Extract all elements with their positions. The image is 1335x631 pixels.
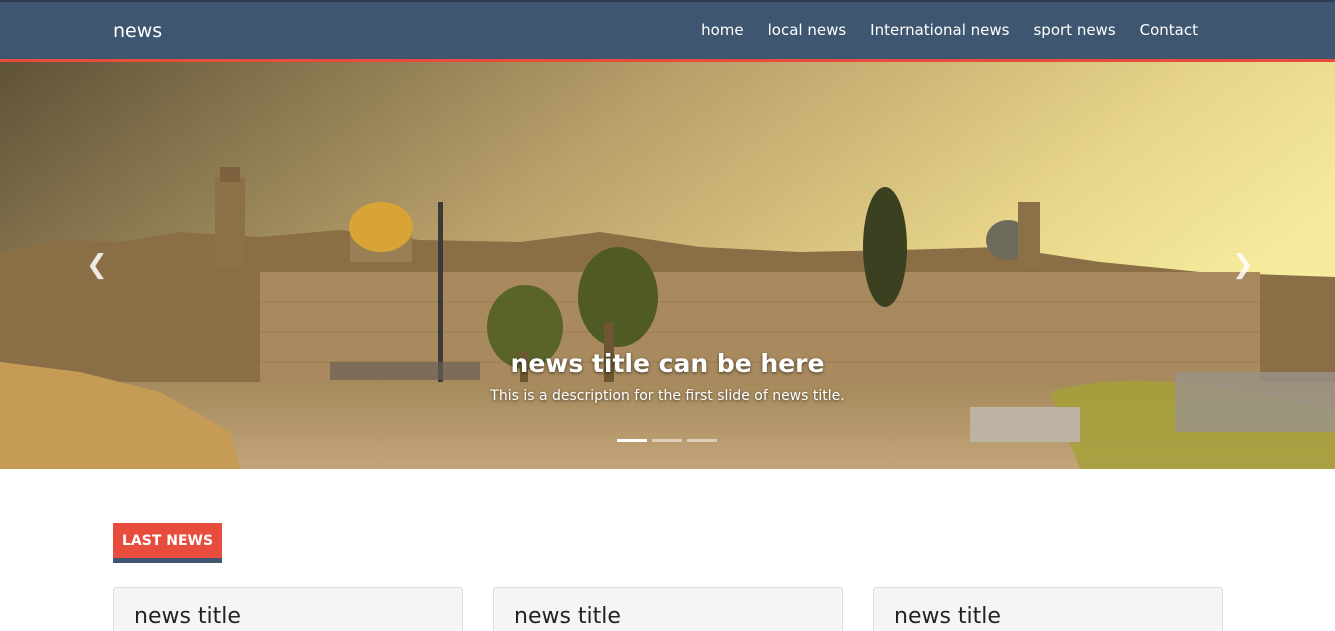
slide-title: news title can be here — [510, 349, 825, 378]
nav-link-home[interactable]: home — [689, 21, 756, 39]
carousel-next-button[interactable]: ❯ — [1232, 252, 1254, 278]
news-card[interactable]: news title — [873, 587, 1223, 631]
top-navbar: news home local news International news … — [0, 0, 1335, 62]
nav-link-contact[interactable]: Contact — [1128, 21, 1210, 39]
nav-link-international-news[interactable]: International news — [858, 21, 1021, 39]
hero-carousel: ❮ ❯ news title can be here This is a des… — [0, 62, 1335, 469]
nav-link-local-news[interactable]: local news — [756, 21, 859, 39]
news-card[interactable]: news title — [113, 587, 463, 631]
hero-image — [0, 62, 1335, 469]
brand-link[interactable]: news — [113, 20, 162, 42]
nav-links: home local news International news sport… — [689, 21, 1210, 39]
nav-link-sport-news[interactable]: sport news — [1021, 21, 1127, 39]
carousel-indicator-3[interactable] — [687, 439, 717, 442]
carousel-prev-button[interactable]: ❮ — [86, 252, 108, 278]
chevron-right-icon: ❯ — [1232, 250, 1254, 280]
news-cards: news title news title news title — [113, 587, 1223, 631]
carousel-caption: news title can be here This is a descrip… — [0, 349, 1335, 404]
news-card[interactable]: news title — [493, 587, 843, 631]
carousel-indicator-1[interactable] — [617, 439, 647, 442]
carousel-indicators — [617, 439, 717, 442]
chevron-left-icon: ❮ — [86, 250, 108, 280]
slide-description: This is a description for the first slid… — [490, 388, 845, 404]
news-card-title[interactable]: news title — [514, 604, 822, 629]
news-card-title[interactable]: news title — [894, 604, 1202, 629]
carousel-indicator-2[interactable] — [652, 439, 682, 442]
news-card-title[interactable]: news title — [134, 604, 442, 629]
last-news-badge: LAST NEWS — [113, 523, 223, 563]
